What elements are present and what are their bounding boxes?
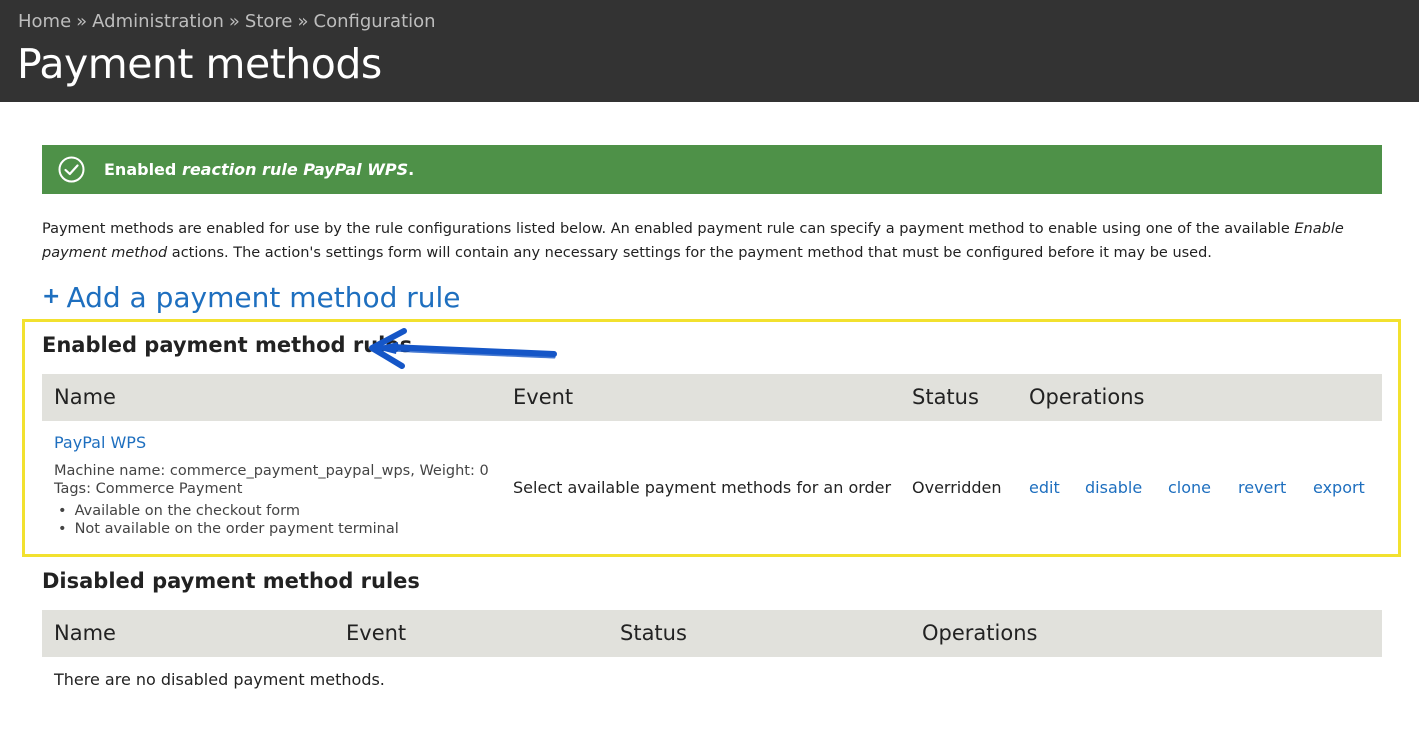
column-header-status[interactable]: Status bbox=[620, 621, 687, 645]
rule-status: Overridden bbox=[912, 478, 1002, 497]
disabled-section-title: Disabled payment method rules bbox=[42, 569, 420, 593]
disable-link[interactable]: disable bbox=[1085, 478, 1142, 497]
status-message: Enabled reaction rule PayPal WPS. bbox=[42, 145, 1382, 194]
breadcrumb-home[interactable]: Home bbox=[18, 11, 71, 32]
export-link[interactable]: export bbox=[1313, 478, 1365, 497]
status-message-text: Enabled reaction rule PayPal WPS. bbox=[104, 160, 414, 179]
rule-name-link[interactable]: PayPal WPS bbox=[54, 433, 146, 452]
description-part2: actions. The action's settings form will… bbox=[167, 245, 1212, 261]
column-header-operations: Operations bbox=[1029, 385, 1145, 409]
clone-link[interactable]: clone bbox=[1168, 478, 1211, 497]
plus-icon: + bbox=[42, 284, 61, 309]
rule-machine-name: Machine name: commerce_payment_paypal_wp… bbox=[54, 463, 489, 479]
column-header-operations: Operations bbox=[922, 621, 1038, 645]
rule-meta: Machine name: commerce_payment_paypal_wp… bbox=[54, 462, 489, 498]
status-suffix: . bbox=[408, 160, 415, 179]
disabled-table-header: Name Event Status Operations bbox=[42, 610, 1382, 657]
description-part1: Payment methods are enabled for use by t… bbox=[42, 221, 1295, 237]
arrow-annotation-icon bbox=[369, 328, 557, 369]
breadcrumb-configuration[interactable]: Configuration bbox=[314, 11, 436, 32]
column-header-name[interactable]: Name bbox=[54, 385, 116, 409]
status-prefix: Enabled bbox=[104, 160, 177, 179]
rule-tags: Tags: Commerce Payment bbox=[54, 481, 243, 497]
column-header-event[interactable]: Event bbox=[346, 621, 406, 645]
column-header-name[interactable]: Name bbox=[54, 621, 116, 645]
page-description: Payment methods are enabled for use by t… bbox=[42, 217, 1362, 265]
breadcrumb-separator: » bbox=[297, 11, 309, 32]
list-item: Not available on the order payment termi… bbox=[58, 520, 399, 538]
edit-link[interactable]: edit bbox=[1029, 478, 1060, 497]
add-link-label: Add a payment method rule bbox=[66, 281, 461, 314]
page-title: Payment methods bbox=[17, 40, 382, 88]
enabled-table-header: Name Event Status Operations bbox=[42, 374, 1382, 421]
column-header-event[interactable]: Event bbox=[513, 385, 573, 409]
breadcrumb-administration[interactable]: Administration bbox=[92, 11, 224, 32]
enabled-section-title: Enabled payment method rules bbox=[42, 333, 413, 357]
page-header: Home» Administration» Store» Configuration … bbox=[0, 0, 1419, 102]
add-payment-method-rule-link[interactable]: + Add a payment method rule bbox=[42, 281, 461, 314]
rule-event: Select available payment methods for an … bbox=[513, 478, 892, 497]
breadcrumb-separator: » bbox=[228, 11, 240, 32]
breadcrumb: Home» Administration» Store» Configuration bbox=[18, 11, 436, 32]
breadcrumb-separator: » bbox=[76, 11, 88, 32]
empty-table-message: There are no disabled payment methods. bbox=[54, 670, 385, 689]
rule-conditions-list: Available on the checkout form Not avail… bbox=[58, 502, 399, 538]
check-circle-icon bbox=[58, 156, 85, 183]
breadcrumb-store[interactable]: Store bbox=[245, 11, 293, 32]
list-item: Available on the checkout form bbox=[58, 502, 399, 520]
revert-link[interactable]: revert bbox=[1238, 478, 1286, 497]
column-header-status[interactable]: Status bbox=[912, 385, 979, 409]
status-emphasis: reaction rule PayPal WPS bbox=[181, 160, 409, 179]
